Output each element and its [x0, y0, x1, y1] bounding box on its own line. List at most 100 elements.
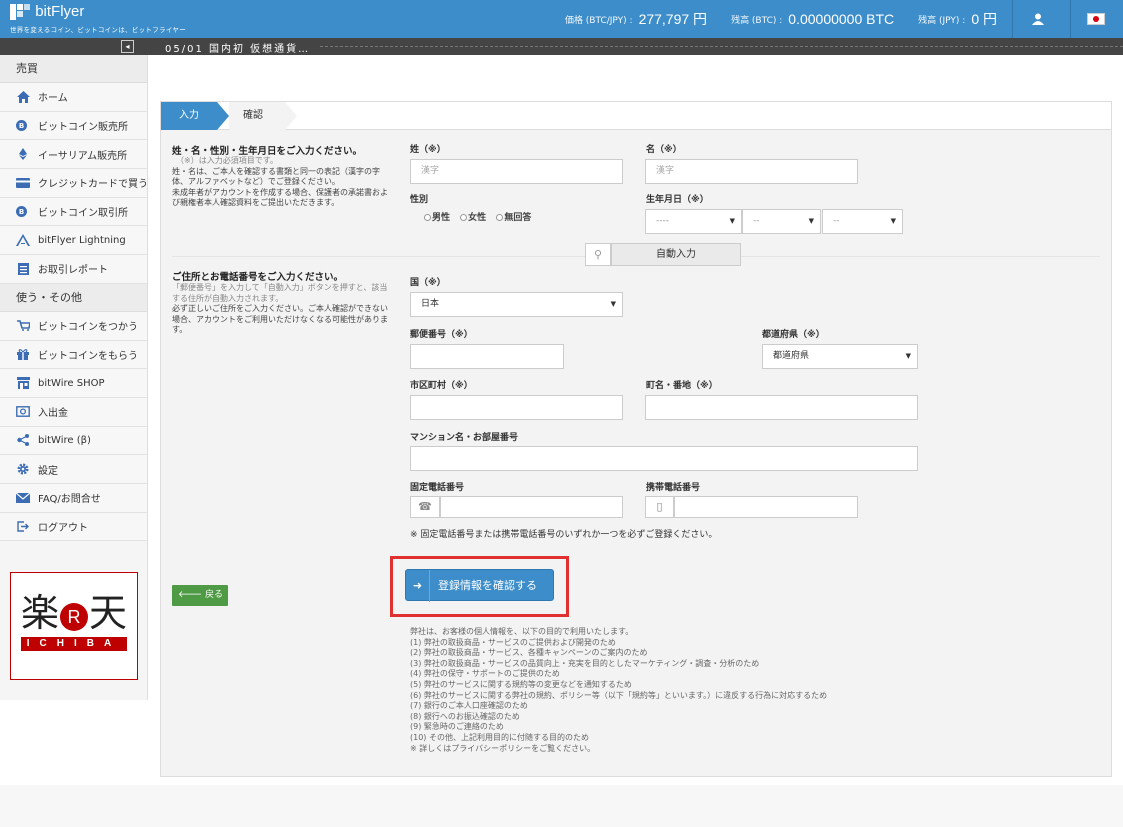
privacy-item: (8) 銀行へのお振込確認のため — [410, 711, 520, 721]
sidebar-item-receive-bitcoin[interactable]: ビットコインをもらう — [0, 340, 147, 370]
gender-option-female[interactable]: 女性 — [460, 213, 486, 223]
city-label: 市区町村（※） — [410, 381, 473, 391]
japan-flag-icon — [1086, 13, 1105, 25]
sidebar-item-credit-card[interactable]: クレジットカードで買う — [0, 169, 148, 198]
jpy-balance-label: 残高 (JPY) : — [918, 15, 966, 26]
mobile-phone-icon: ▯ — [645, 496, 674, 518]
sidebar-item-label: 入出金 — [38, 408, 68, 420]
sidebar-item-bitwire-shop[interactable]: bitWire SHOP — [0, 369, 147, 398]
sidebar-item-bitcoin-exchange[interactable]: B ビットコイン取引所 — [0, 197, 147, 227]
radio-button[interactable] — [460, 214, 468, 221]
sidebar-item-label: イーサリアム販売所 — [38, 150, 128, 162]
arrow-right-icon: ➜ — [406, 570, 430, 602]
bitcoin-icon: B — [16, 206, 27, 218]
birth-day-select[interactable]: -- ▼ — [822, 209, 903, 234]
gear-icon — [16, 463, 30, 475]
mobile-input[interactable] — [674, 496, 858, 518]
gift-icon — [16, 348, 30, 361]
sidebar-item-bitcoin-shop[interactable]: B ビットコイン販売所 — [0, 111, 147, 141]
sidebar-item-bitwire[interactable]: bitWire (β) — [0, 426, 147, 456]
sidebar-item-deposit-withdraw[interactable]: 入出金 — [0, 397, 147, 427]
sidebar-item-label: クレジットカードで買う — [38, 179, 148, 191]
privacy-item: (3) 弊社の取扱商品・サービスの品質向上・充実を目的としたマーケティング・調査… — [410, 658, 760, 668]
sidebar-item-report[interactable]: お取引レポート — [0, 255, 147, 284]
sidebar-section-trade: 売買 — [0, 55, 147, 83]
sidebar-item-settings[interactable]: 設定 — [0, 455, 147, 484]
sidebar-item-home[interactable]: ホーム — [0, 83, 147, 112]
btc-balance-value: 0.00000000 BTC — [788, 11, 895, 27]
town-input[interactable] — [645, 395, 918, 420]
first-name-input[interactable]: 漢字 — [645, 159, 858, 184]
page-footer — [0, 785, 1123, 827]
privacy-notice: 弊社は、お客様の個人情報を、以下の目的で利用いたします。 (1) 弊社の取扱商品… — [410, 627, 828, 755]
building-label: マンション名・お部屋番号 — [410, 433, 519, 443]
birth-month-select[interactable]: -- ▼ — [742, 209, 821, 234]
news-ticker: ◂ 05/01 国内初 仮想通貨… — [0, 38, 1123, 55]
radio-button[interactable] — [496, 214, 504, 221]
address-section-desc: 「郵便番号」を入力して「自動入力」ボタンを押すと、該当する住所が自動入力されます… — [172, 283, 388, 334]
sidebar-item-label: FAQ/お問合せ — [38, 494, 101, 506]
sidebar-item-lightning[interactable]: bitFlyer Lightning — [0, 226, 147, 256]
caret-down-icon: ▼ — [905, 352, 911, 360]
sidebar-item-label: ビットコインをもらう — [38, 350, 138, 362]
sidebar-item-label: 設定 — [38, 465, 58, 477]
gender-radio-group: 男性 女性 無回答 — [424, 210, 538, 223]
caret-down-icon: ▼ — [808, 217, 814, 225]
share-icon — [16, 434, 30, 447]
last-name-input[interactable]: 漢字 — [410, 159, 623, 184]
search-icon[interactable]: ⚲ — [585, 243, 611, 266]
sidebar-item-label: ログアウト — [38, 522, 88, 534]
price-label: 価格 (BTC/JPY) : — [564, 15, 633, 26]
phone-note: ※ 固定電話番号または携帯電話番号のいずれか一つを必ずご登録ください。 — [410, 530, 718, 540]
personal-section-title: 姓・名・性別・生年月日をご入力ください。 — [172, 146, 363, 157]
city-input[interactable] — [410, 395, 623, 420]
prefecture-select[interactable]: 都道府県 ▼ — [762, 344, 918, 369]
first-name-label: 名（※） — [646, 145, 682, 155]
sidebar-item-label: bitWire (β) — [38, 434, 91, 446]
ethereum-icon — [16, 148, 30, 161]
report-icon — [16, 262, 30, 275]
ticker-text[interactable]: 05/01 国内初 仮想通貨… — [165, 40, 310, 55]
sidebar-item-faq[interactable]: FAQ/お問合せ — [0, 483, 147, 513]
price-value: 277,797 円 — [638, 11, 708, 27]
user-icon — [1031, 13, 1044, 25]
zip-input[interactable] — [410, 344, 564, 369]
caret-down-icon: ▼ — [890, 217, 896, 225]
privacy-item: (1) 弊社の取扱商品・サービスのご提供および開発のため — [410, 637, 616, 647]
auto-input-button[interactable]: 自動入力 — [611, 243, 741, 266]
confirm-registration-button[interactable]: ➜ 登録情報を確認する — [405, 569, 554, 602]
sidebar-item-spend-bitcoin[interactable]: ビットコインをつかう — [0, 311, 147, 341]
phone-icon: ☎ — [410, 496, 440, 518]
sidebar-item-label: bitFlyer Lightning — [38, 234, 126, 246]
privacy-item: (2) 弊社の取扱商品・サービス、各種キャンペーンのご案内のため — [410, 648, 648, 658]
sidebar-item-label: bitWire SHOP — [38, 377, 105, 389]
deposit-icon — [16, 406, 30, 418]
brand-logo[interactable]: bitFlyer 世界を変えるコイン、ビットコインは、ビットフライヤー — [10, 3, 186, 34]
birth-year-select[interactable]: ---- ▼ — [645, 209, 742, 234]
sidebar-item-ethereum-shop[interactable]: イーサリアム販売所 — [0, 140, 147, 170]
landline-input[interactable] — [440, 496, 623, 518]
radio-button[interactable] — [424, 214, 431, 221]
country-select[interactable]: 日本 ▼ — [410, 292, 623, 317]
sidebar-item-logout[interactable]: ログアウト — [0, 512, 147, 542]
privacy-policy-link[interactable]: ※ 詳しくはプライバシーポリシーをご覧ください。 — [410, 744, 827, 755]
privacy-item: (6) 弊社のサービスに関する弊社の規約、ポリシー等（以下「規約等」といいます。… — [410, 690, 828, 700]
back-button[interactable]: 🡐 戻る — [172, 585, 228, 606]
rakuten-logo: 楽R天 — [21, 591, 128, 635]
rakuten-ichiba-label: ICHIBA — [21, 637, 127, 651]
rakuten-ad-banner[interactable]: 楽R天 ICHIBA — [10, 572, 138, 680]
language-button[interactable] — [1070, 0, 1120, 38]
sidebar-toggle-button[interactable]: ◂ — [121, 40, 134, 53]
jpy-balance-value: 0 円 — [971, 11, 997, 27]
cart-icon — [16, 320, 30, 332]
gender-option-male[interactable]: 男性 — [424, 213, 450, 223]
bitcoin-icon: B — [16, 120, 27, 132]
gender-option-none[interactable]: 無回答 — [496, 213, 531, 223]
privacy-item: (10) その他、上記利用目的に付随する目的のため — [410, 732, 589, 742]
step-confirm: 確認 — [229, 102, 297, 130]
user-menu-button[interactable] — [1012, 0, 1062, 38]
address-section-title: ご住所とお電話番号をご入力ください。 — [172, 272, 344, 283]
sidebar-item-label: お取引レポート — [38, 265, 108, 277]
brand-name: bitFlyer — [35, 3, 85, 20]
building-input[interactable] — [410, 446, 918, 471]
